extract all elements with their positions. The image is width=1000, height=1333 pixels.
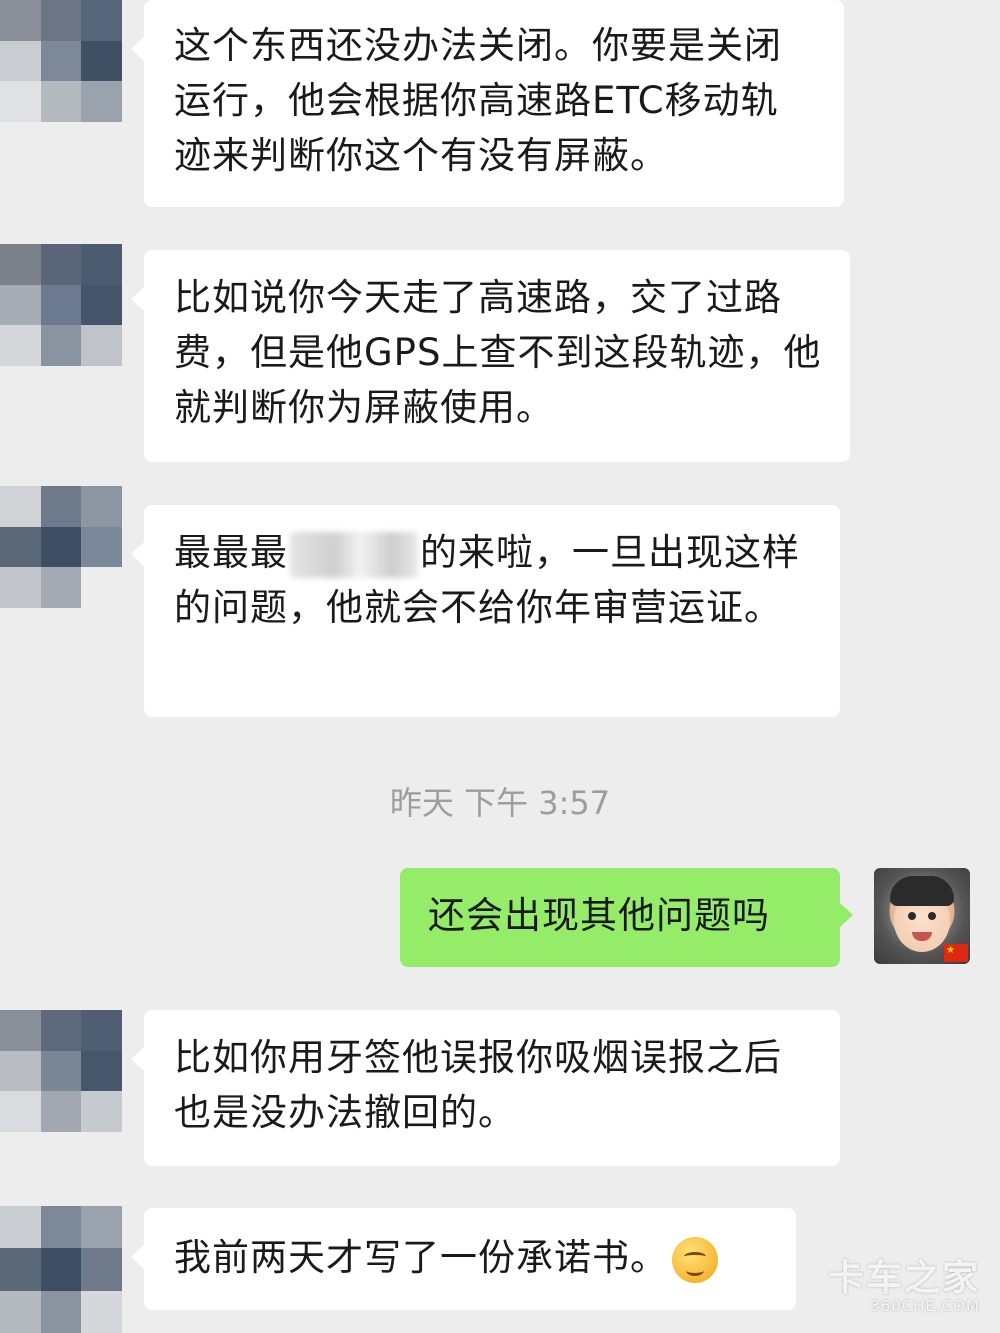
pixelated-avatar[interactable]: [0, 486, 122, 608]
watermark-brand: 卡车之家: [827, 1258, 980, 1299]
flag-icon: ★: [944, 944, 968, 962]
message-text: 这个东西还没办法关闭。你要是关闭运行，他会根据你高速路ETC移动轨迹来判断你这个…: [174, 24, 782, 177]
user-avatar[interactable]: ★: [874, 868, 970, 964]
message-text: 比如你用牙签他误报你吸烟误报之后也是没办法撤回的。: [174, 1036, 782, 1134]
pixelated-avatar[interactable]: [0, 0, 122, 122]
message-bubble-incoming[interactable]: 比如你用牙签他误报你吸烟误报之后也是没办法撤回的。: [131, 1010, 840, 1166]
pixelated-avatar[interactable]: [0, 1206, 122, 1333]
message-bubble-incoming[interactable]: 这个东西还没办法关闭。你要是关闭运行，他会根据你高速路ETC移动轨迹来判断你这个…: [131, 0, 844, 207]
message-bubble-incoming[interactable]: 比如说你今天走了高速路，交了过路费，但是他GPS上查不到这段轨迹，他就判断你为屏…: [131, 250, 850, 462]
message-text: 还会出现其他问题吗: [428, 894, 770, 937]
message-bubble-outgoing[interactable]: 还会出现其他问题吗: [400, 868, 853, 967]
pixelated-avatar[interactable]: [0, 244, 122, 366]
message-bubble-incoming[interactable]: 最最最 的来啦，一旦出现这样的问题，他就会不给你年审营运证。: [131, 505, 840, 717]
message-bubble-incoming[interactable]: 我前两天才写了一份承诺书。: [131, 1208, 796, 1310]
message-text: 我前两天才写了一份承诺书。: [174, 1236, 668, 1279]
message-timestamp: 昨天 下午 3:57: [389, 784, 611, 822]
message-text: 比如说你今天走了高速路，交了过路费，但是他GPS上查不到这段轨迹，他就判断你为屏…: [174, 276, 822, 429]
smirk-emoji-icon: [672, 1236, 718, 1283]
message-text-before-redaction: 最最最: [174, 531, 288, 574]
redacted-text: [290, 531, 418, 578]
watermark: 卡车之家 360CHE.COM: [828, 1249, 980, 1315]
pixelated-avatar[interactable]: [0, 1010, 122, 1132]
